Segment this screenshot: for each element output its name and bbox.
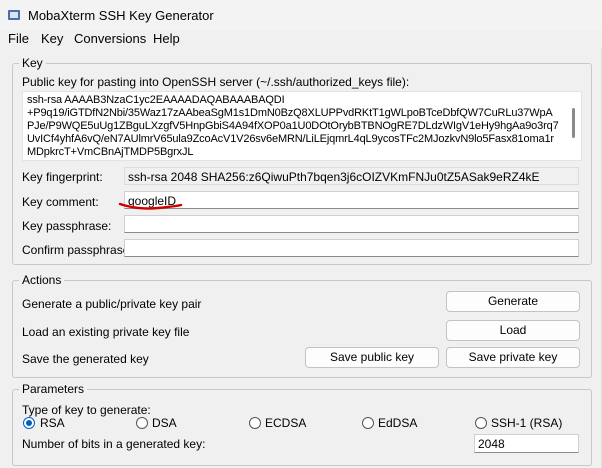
radio-ssh1-rsa[interactable] — [475, 417, 487, 429]
actions-group-title: Actions — [19, 273, 65, 287]
radio-ecdsa[interactable] — [249, 417, 261, 429]
save-public-key-button[interactable]: Save public key — [305, 347, 439, 368]
red-annotation-underline — [118, 202, 183, 210]
menu-bar: File Key Conversions Help — [0, 30, 602, 48]
radio-dsa-label: DSA — [152, 416, 177, 430]
public-key-textbox[interactable]: ssh-rsa AAAAB3NzaC1yc2EAAAADAQABAAABAQDI… — [22, 91, 582, 161]
save-private-key-button[interactable]: Save private key — [446, 347, 580, 368]
pubkey-line: ssh-rsa AAAAB3NzaC1yc2EAAAADAQABAAABAQDI — [27, 94, 285, 106]
comment-label: Key comment: — [22, 195, 99, 209]
radio-dsa[interactable] — [136, 417, 148, 429]
load-button[interactable]: Load — [446, 320, 580, 341]
pubkey-line: PJe/P9WQE5uUg1ZBguLXzgfV5HnpGbiS4A94fXOP… — [27, 120, 559, 132]
key-passphrase-input[interactable] — [124, 215, 579, 233]
fingerprint-label: Key fingerprint: — [22, 170, 103, 184]
key-group-title: Key — [19, 56, 46, 70]
parameters-group-title: Parameters — [19, 382, 88, 396]
menu-key[interactable]: Key — [41, 31, 63, 46]
window-title: MobaXterm SSH Key Generator — [28, 8, 214, 23]
generate-button[interactable]: Generate — [446, 291, 580, 312]
key-comment-input[interactable]: googleID — [124, 191, 579, 209]
radio-rsa[interactable] — [23, 417, 35, 429]
menu-conversions[interactable]: Conversions — [74, 31, 146, 46]
pubkey-line: MDpkrcT+VmCBnAjTMDP5BgrxJL — [27, 146, 194, 158]
radio-ssh1-rsa-label: SSH-1 (RSA) — [491, 416, 563, 430]
pubkey-label: Public key for pasting into OpenSSH serv… — [22, 75, 410, 89]
pubkey-line: UvICf4yhfA6vQ/eN7AUlmrV65ula9ZcoAcV1V26s… — [27, 133, 554, 145]
radio-eddsa[interactable] — [362, 417, 374, 429]
menu-help[interactable]: Help — [153, 31, 180, 46]
fingerprint-field[interactable]: ssh-rsa 2048 SHA256:z6QiwuPth7bqen3j6cOI… — [124, 167, 579, 185]
save-text: Save the generated key — [22, 352, 149, 366]
radio-ecdsa-label: ECDSA — [265, 416, 307, 430]
pubkey-line: +P9q19/iGTDfN2Nbi/35Waz17zAAbeaSgM1s1DmN… — [27, 107, 553, 119]
confirm-passphrase-input[interactable] — [124, 239, 579, 257]
confirm-passphrase-label: Confirm passphrase: — [22, 243, 133, 257]
passphrase-label: Key passphrase: — [22, 219, 112, 233]
bits-label: Number of bits in a generated key: — [22, 437, 206, 451]
key-type-label: Type of key to generate: — [22, 403, 151, 417]
menu-file[interactable]: File — [8, 31, 29, 46]
key-generator-app-icon — [8, 10, 20, 20]
load-text: Load an existing private key file — [22, 325, 190, 339]
pubkey-scrollbar[interactable] — [572, 108, 575, 138]
radio-eddsa-label: EdDSA — [378, 416, 418, 430]
key-bits-input[interactable]: 2048 — [474, 434, 579, 453]
title-bar: MobaXterm SSH Key Generator — [0, 0, 602, 30]
generate-text: Generate a public/private key pair — [22, 297, 202, 311]
radio-rsa-label: RSA — [40, 416, 65, 430]
